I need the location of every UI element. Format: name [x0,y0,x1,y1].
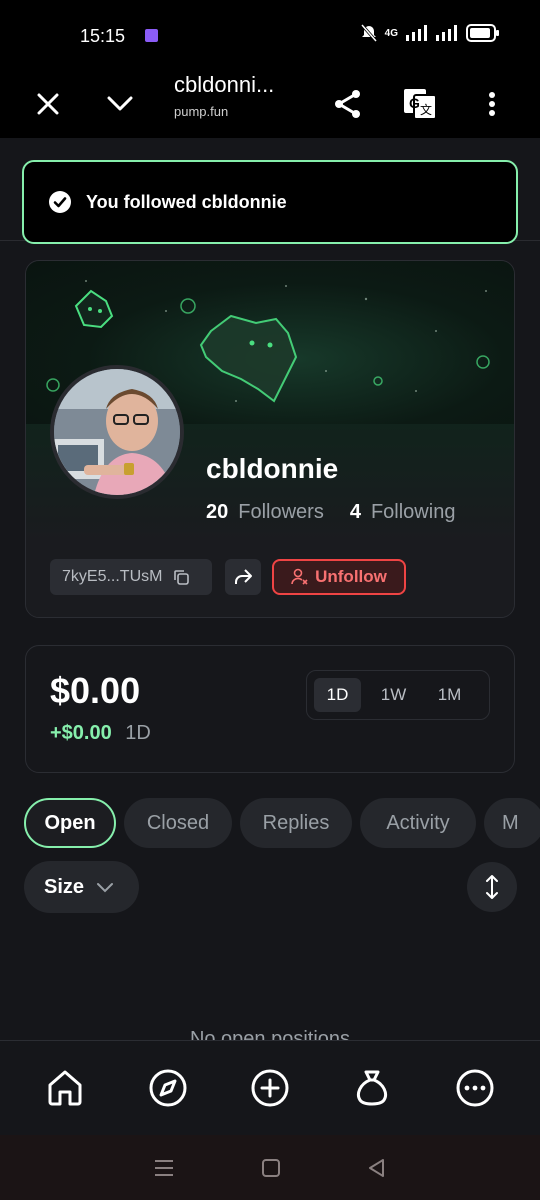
balance-value: $0.00 [50,670,141,711]
size-filter-label: Size [44,875,85,898]
balance-change: +$0.00 1D [50,722,151,745]
page-content: You followed cbldonnie cbldonnie 20 Foll… [0,138,540,1040]
unfollow-label: Unfollow [315,567,387,586]
recents-icon[interactable] [153,1159,175,1177]
svg-text:G: G [409,95,420,111]
balance-change-amount: +$0.00 [50,722,112,744]
signal-icon-2 [436,25,457,41]
balance-change-period: 1D [125,722,151,744]
avatar [50,365,184,499]
bottom-navigation [0,1040,540,1135]
user-remove-icon [291,568,308,585]
nav-more[interactable] [448,1061,502,1115]
chevron-down-icon [97,882,114,892]
money-bag-icon [357,1070,388,1106]
sort-toggle-button[interactable] [467,862,517,912]
followers-label[interactable]: Followers [238,501,324,524]
tab-open[interactable]: Open [24,798,116,848]
nav-explore[interactable] [141,1061,195,1115]
mute-bell-icon [360,24,377,42]
status-bar: 15:15 4G [0,0,540,70]
period-1m-button[interactable]: 1M [426,678,473,712]
followers-count[interactable]: 20 [206,501,228,524]
chevron-down-icon [107,96,133,111]
toast-message: You followed cbldonnie [86,191,287,212]
check-circle-icon [49,191,71,213]
svg-text:文: 文 [420,102,432,117]
tab-more[interactable]: M [484,798,540,848]
period-selector: 1D 1W 1M [306,670,490,720]
follow-stats: 20 Followers 4 Following [206,501,481,524]
minimize-button[interactable] [98,70,142,138]
avatar-image [54,369,180,495]
tab-closed[interactable]: Closed [124,798,232,848]
page-title[interactable]: cbldonni... [174,72,274,98]
profile-card: cbldonnie 20 Followers 4 Following 7kyE5… [25,260,515,618]
tab-activity[interactable]: Activity [360,798,476,848]
compass-icon [149,1069,187,1107]
share-arrow-icon [235,569,252,584]
tab-replies[interactable]: Replies [240,798,352,848]
wallet-address-chip[interactable]: 7kyE5...TUsM [50,559,212,595]
page-url[interactable]: pump.fun [174,104,228,119]
home-square-icon[interactable] [261,1158,281,1178]
more-options-button[interactable] [470,70,514,138]
notification-app-icon [145,29,158,42]
translate-icon: G文 [404,89,437,120]
wallet-address: 7kyE5...TUsM [62,568,163,585]
signal-icon [406,25,427,41]
share-profile-button[interactable] [225,559,261,595]
period-1d-button[interactable]: 1D [314,678,361,712]
following-count[interactable]: 4 [350,501,361,524]
network-type: 4G [384,27,398,39]
copy-icon [174,570,190,585]
status-time: 15:15 [80,26,126,46]
sort-arrows-icon [486,875,498,899]
browser-toolbar: cbldonni... pump.fun G文 [0,70,540,138]
system-navigation-bar [0,1135,540,1200]
period-1w-button[interactable]: 1W [370,678,417,712]
balance-card: $0.00 +$0.00 1D 1D 1W 1M [25,645,515,773]
following-label[interactable]: Following [371,501,455,524]
size-filter-dropdown[interactable]: Size [24,861,139,913]
nav-create[interactable] [243,1061,297,1115]
more-vertical-icon [489,92,495,116]
translate-button[interactable]: G文 [398,70,442,138]
status-icons: 4G [360,24,500,42]
share-button[interactable] [326,70,370,138]
profile-username: cbldonnie [206,453,339,484]
nav-home[interactable] [38,1061,92,1115]
nav-portfolio[interactable] [345,1061,399,1115]
close-icon [37,93,59,115]
back-triangle-icon[interactable] [367,1158,387,1178]
follow-toast: You followed cbldonnie [22,160,518,244]
home-icon [48,1070,82,1106]
share-icon [335,90,360,118]
battery-icon [466,24,499,42]
empty-state-text: No open positions [189,1028,351,1040]
positions-tabs: Open Closed Replies Activity M [24,798,540,850]
plus-circle-icon [251,1069,289,1107]
more-horizontal-icon [456,1069,494,1107]
unfollow-button[interactable]: Unfollow [272,559,406,595]
close-tab-button[interactable] [26,70,70,138]
